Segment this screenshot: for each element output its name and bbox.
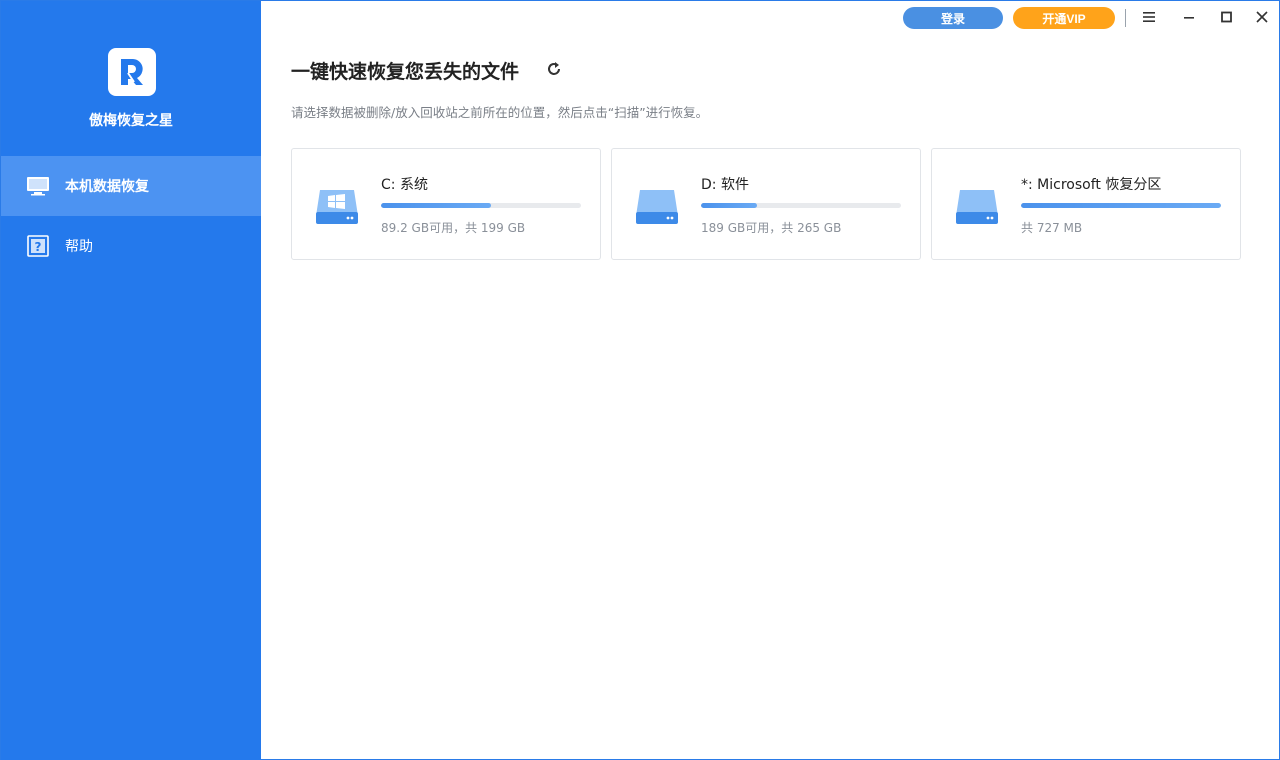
drive-usage-bar: [701, 203, 901, 208]
drive-info: 共 727 MB: [1021, 221, 1083, 235]
login-button[interactable]: 登录: [903, 7, 1003, 29]
close-icon: [1256, 11, 1268, 23]
drive-info: 89.2 GB可用，共 199 GB: [381, 221, 526, 235]
sidebar-item-label: 本机数据恢复: [65, 179, 149, 195]
app-name: 傲梅恢复之星: [89, 113, 173, 129]
refresh-icon[interactable]: [544, 59, 564, 79]
svg-text:?: ?: [35, 240, 42, 254]
drive-info: 189 GB可用，共 265 GB: [701, 221, 842, 235]
sidebar-item-label: 帮助: [65, 239, 93, 255]
logo-icon: [121, 59, 143, 85]
sidebar-item-local-recovery[interactable]: 本机数据恢复: [1, 156, 261, 216]
drive-name: C: 系统: [381, 177, 428, 193]
menu-button[interactable]: [1136, 5, 1162, 29]
drive-name: D: 软件: [701, 177, 749, 193]
maximize-button[interactable]: [1213, 5, 1239, 29]
titlebar-divider: [1125, 9, 1126, 27]
drive-icon: [634, 182, 680, 228]
app-window: 傲梅恢复之星 本机数据恢复 ? 帮助 登录 开通VIP 一键快速恢复您丢失的文件…: [0, 0, 1280, 760]
help-icon: ?: [26, 235, 50, 257]
drive-card-recovery[interactable]: *: Microsoft 恢复分区 共 727 MB: [931, 148, 1241, 260]
drive-icon: [954, 182, 1000, 228]
sidebar: 傲梅恢复之星 本机数据恢复 ? 帮助: [1, 1, 261, 760]
vip-button[interactable]: 开通VIP: [1013, 7, 1115, 29]
maximize-icon: [1221, 11, 1232, 23]
minimize-icon: [1184, 17, 1194, 19]
drive-card-c[interactable]: C: 系统 89.2 GB可用，共 199 GB: [291, 148, 601, 260]
sidebar-item-help[interactable]: ? 帮助: [1, 216, 261, 276]
monitor-icon: [26, 175, 50, 197]
drive-usage-fill: [701, 203, 757, 208]
drive-card-d[interactable]: D: 软件 189 GB可用，共 265 GB: [611, 148, 921, 260]
drive-usage-bar: [381, 203, 581, 208]
page-title: 一键快速恢复您丢失的文件: [291, 61, 520, 83]
minimize-button[interactable]: [1176, 5, 1202, 29]
drive-name: *: Microsoft 恢复分区: [1021, 177, 1162, 193]
drive-usage-fill: [1021, 203, 1221, 208]
drive-usage-bar: [1021, 203, 1221, 208]
close-button[interactable]: [1249, 5, 1275, 29]
drive-usage-fill: [381, 203, 491, 208]
menu-icon: [1143, 12, 1155, 22]
app-logo: [108, 48, 156, 96]
windows-drive-icon: [314, 182, 360, 228]
page-subtitle: 请选择数据被删除/放入回收站之前所在的位置，然后点击“扫描”进行恢复。: [291, 105, 709, 120]
